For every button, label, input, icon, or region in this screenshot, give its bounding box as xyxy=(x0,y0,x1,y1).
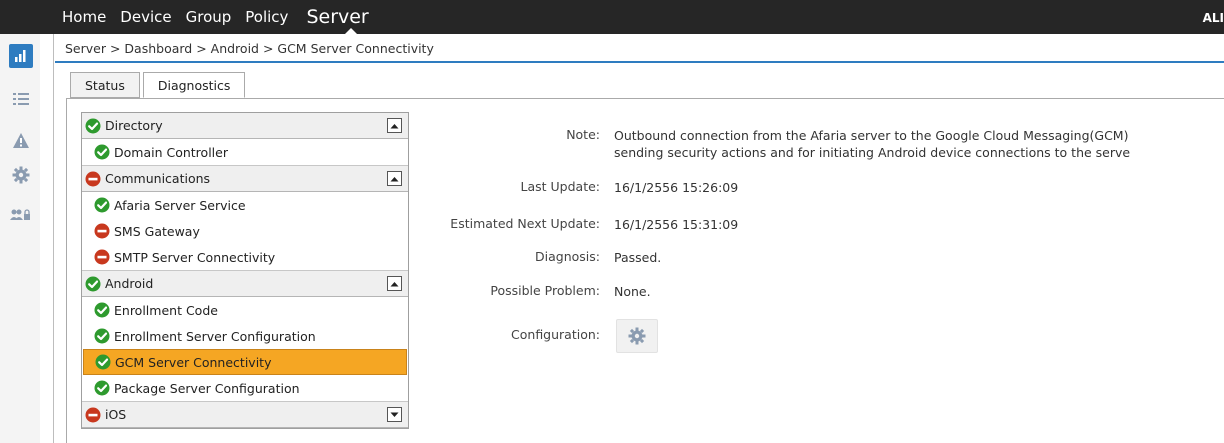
tree-group-android[interactable]: Android xyxy=(82,270,408,297)
tree-group-communications[interactable]: Communications xyxy=(82,165,408,192)
rail-users[interactable] xyxy=(9,203,33,227)
tree-item-label: Enrollment Server Configuration xyxy=(114,328,316,344)
tree-group-ios[interactable]: iOS xyxy=(82,401,408,428)
note-line-2: sending security actions and for initiat… xyxy=(614,145,1131,160)
check-circle-icon xyxy=(94,144,110,160)
no-entry-icon xyxy=(94,249,110,265)
tree-item[interactable]: Afaria Server Service xyxy=(82,192,408,218)
no-entry-icon xyxy=(94,223,110,239)
diagnosis-label: Diagnosis: xyxy=(535,249,600,264)
tab-bar: Status Diagnostics xyxy=(70,72,248,98)
user-menu[interactable]: ALI xyxy=(1203,11,1224,25)
tab-status[interactable]: Status xyxy=(70,72,140,98)
tree-item[interactable]: SMTP Server Connectivity xyxy=(82,244,408,270)
tree-item[interactable]: SMS Gateway xyxy=(82,218,408,244)
diagnostics-tree: Directory Domain Controller Communications… xyxy=(81,112,409,429)
rail-list[interactable] xyxy=(9,87,33,111)
gear-icon xyxy=(12,166,30,184)
expand-toggle-icon[interactable] xyxy=(387,407,402,422)
gear-icon xyxy=(628,327,646,345)
tree-group-label: Android xyxy=(105,276,154,291)
tab-divider xyxy=(66,98,1224,99)
rail-alerts[interactable] xyxy=(9,129,33,153)
configuration-button[interactable] xyxy=(616,319,658,353)
no-entry-icon xyxy=(85,171,101,186)
breadcrumb: Server > Dashboard > Android > GCM Serve… xyxy=(65,41,434,56)
check-circle-icon xyxy=(94,302,110,318)
next-update-value: 16/1/2556 15:31:09 xyxy=(614,217,739,232)
warning-icon xyxy=(13,133,29,148)
tree-group-label: iOS xyxy=(105,407,127,422)
problem-label: Possible Problem: xyxy=(490,283,600,298)
check-circle-icon xyxy=(95,354,111,370)
nav-server[interactable]: Server xyxy=(306,6,368,28)
tree-group-label: Directory xyxy=(105,118,163,133)
last-update-value: 16/1/2556 15:26:09 xyxy=(614,180,739,195)
rail-dashboard[interactable] xyxy=(9,44,33,68)
no-entry-icon xyxy=(85,407,101,422)
tree-item-label: SMS Gateway xyxy=(114,223,200,239)
tree-item[interactable]: Enrollment Server Configuration xyxy=(82,323,408,349)
nav-home[interactable]: Home xyxy=(62,8,106,26)
check-circle-icon xyxy=(85,118,101,133)
tree-item[interactable]: Enrollment Code xyxy=(82,297,408,323)
dashboard-icon xyxy=(15,50,26,62)
configuration-label: Configuration: xyxy=(511,327,600,342)
tree-item[interactable]: Domain Controller xyxy=(82,139,408,165)
problem-value: None. xyxy=(614,284,651,299)
note-line-1: Outbound connection from the Afaria serv… xyxy=(614,128,1129,143)
active-nav-caret xyxy=(345,28,357,34)
list-icon xyxy=(13,93,29,105)
tree-item-label: SMTP Server Connectivity xyxy=(114,249,276,265)
check-circle-icon xyxy=(94,380,110,396)
tree-item-label: Afaria Server Service xyxy=(114,197,246,213)
nav-policy[interactable]: Policy xyxy=(245,8,288,26)
check-circle-icon xyxy=(94,197,110,213)
tree-group-directory[interactable]: Directory xyxy=(82,113,408,139)
note-label: Note: xyxy=(566,127,600,142)
nav-device[interactable]: Device xyxy=(120,8,171,26)
next-update-label: Estimated Next Update: xyxy=(450,216,600,231)
top-nav-bar: Home Device Group Policy Server ALI xyxy=(0,0,1224,34)
tab-diagnostics[interactable]: Diagnostics xyxy=(142,72,246,98)
tree-item-label: GCM Server Connectivity xyxy=(115,354,272,370)
panel-border xyxy=(66,98,67,443)
breadcrumb-underline xyxy=(55,61,1224,63)
diagnosis-value: Passed. xyxy=(614,250,662,265)
nav-group[interactable]: Group xyxy=(186,8,232,26)
users-lock-icon xyxy=(10,209,30,220)
main-nav: Home Device Group Policy Server xyxy=(62,0,383,34)
tree-item[interactable]: GCM Server Connectivity xyxy=(83,349,407,375)
tree-item-label: Domain Controller xyxy=(114,144,228,160)
check-circle-icon xyxy=(85,276,101,291)
tree-item[interactable]: Package Server Configuration xyxy=(82,375,408,401)
tree-group-label: Communications xyxy=(105,171,211,186)
rail-settings[interactable] xyxy=(9,163,33,187)
check-circle-icon xyxy=(94,328,110,344)
tree-item-label: Enrollment Code xyxy=(114,302,218,318)
last-update-label: Last Update: xyxy=(520,179,601,194)
tree-item-label: Package Server Configuration xyxy=(114,380,300,396)
rail-divider xyxy=(53,34,54,443)
